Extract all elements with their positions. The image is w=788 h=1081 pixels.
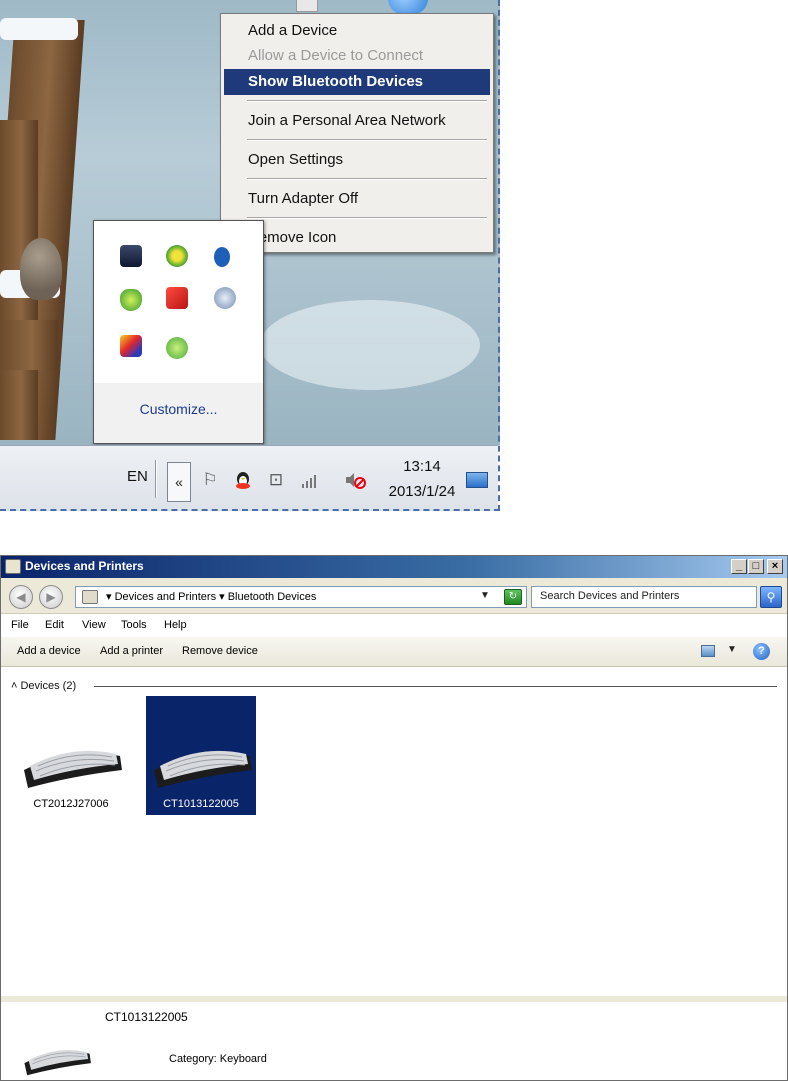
forward-arrow-icon[interactable]: ▶ bbox=[39, 585, 63, 609]
customize-link[interactable]: Customize... bbox=[94, 401, 263, 417]
menu-help[interactable]: Help bbox=[164, 619, 187, 631]
remove-device-button[interactable]: Remove device bbox=[182, 645, 258, 657]
menu-item-join-pan[interactable]: Join a Personal Area Network bbox=[224, 108, 490, 134]
title-bar[interactable]: Devices and Printers _ □ × bbox=[1, 556, 787, 578]
maximize-button[interactable]: □ bbox=[748, 559, 764, 574]
menu-item-add-device[interactable]: Add a Device bbox=[224, 18, 490, 44]
bluetooth-context-menu: Add a Device Allow a Device to Connect S… bbox=[220, 13, 494, 253]
taskbar-screenshot: Add a Device Allow a Device to Connect S… bbox=[0, 0, 500, 513]
help-icon[interactable]: ? bbox=[753, 643, 770, 660]
menu-edit[interactable]: Edit bbox=[45, 619, 64, 631]
plus-icon[interactable] bbox=[166, 245, 188, 267]
device-item-selected[interactable]: CT1013122005 bbox=[146, 696, 256, 815]
show-desktop-button[interactable] bbox=[466, 472, 488, 488]
show-hidden-icons-button[interactable]: « bbox=[167, 462, 191, 502]
colorful-app-icon[interactable] bbox=[120, 335, 142, 357]
flag-icon[interactable]: ⚐ bbox=[200, 470, 220, 490]
window-title: Devices and Printers bbox=[25, 559, 144, 573]
clock-date[interactable]: 2013/1/24 bbox=[380, 483, 464, 500]
menu-item-open-settings[interactable]: Open Settings bbox=[224, 147, 490, 173]
shield-icon[interactable] bbox=[120, 289, 142, 311]
clock-time[interactable]: 13:14 bbox=[384, 458, 460, 475]
bird-on-rail bbox=[20, 238, 62, 300]
add-printer-button[interactable]: Add a printer bbox=[100, 645, 163, 657]
change-view-icon[interactable] bbox=[701, 645, 715, 657]
refresh-icon[interactable]: ↻ bbox=[504, 589, 522, 605]
minimize-button[interactable]: _ bbox=[731, 559, 747, 574]
breadcrumb[interactable]: ▾ Devices and Printers ▾ Bluetooth Devic… bbox=[106, 590, 316, 603]
add-device-button[interactable]: Add a device bbox=[17, 645, 81, 657]
close-button[interactable]: × bbox=[767, 559, 783, 574]
group-divider bbox=[94, 686, 777, 687]
menu-item-show-bluetooth-devices[interactable]: Show Bluetooth Devices bbox=[224, 69, 490, 95]
keyboard-icon bbox=[24, 750, 122, 788]
address-field[interactable]: ▾ Devices and Printers ▾ Bluetooth Devic… bbox=[75, 586, 527, 608]
desktop-item-corner bbox=[296, 0, 318, 12]
penguin-icon[interactable] bbox=[233, 470, 253, 490]
devices-printers-icon bbox=[5, 559, 21, 574]
command-bar: Add a device Add a printer Remove device… bbox=[1, 637, 787, 667]
details-category: Category: Keyboard bbox=[169, 1053, 267, 1065]
menu-view[interactable]: View bbox=[82, 619, 106, 631]
menu-item-turn-adapter-off[interactable]: Turn Adapter Off bbox=[224, 186, 490, 212]
bluetooth-icon[interactable] bbox=[214, 247, 230, 267]
view-dropdown-icon[interactable]: ▼ bbox=[727, 644, 737, 655]
keyboard-icon bbox=[24, 1050, 91, 1076]
taskbar: EN « ⚐ ⊡ 13:14 2013/1/24 bbox=[0, 445, 498, 511]
signal-icon[interactable] bbox=[300, 470, 320, 490]
monitor-icon[interactable] bbox=[120, 245, 142, 267]
overflow-icon-grid bbox=[94, 221, 263, 383]
menu-item-allow-device: Allow a Device to Connect bbox=[248, 47, 424, 64]
search-icon[interactable]: ⚲ bbox=[760, 586, 782, 608]
device-item[interactable]: CT2012J27006 bbox=[16, 696, 126, 815]
address-dropdown-icon[interactable]: ▼ bbox=[480, 590, 490, 601]
device-label: CT1013122005 bbox=[163, 798, 239, 810]
search-placeholder: Search Devices and Printers bbox=[540, 590, 680, 602]
menu-separator bbox=[247, 139, 487, 141]
menu-bar: File Edit View Tools Help bbox=[1, 615, 787, 637]
details-device-name: CT1013122005 bbox=[105, 1010, 188, 1024]
back-arrow-icon[interactable]: ◀ bbox=[9, 585, 33, 609]
menu-separator bbox=[247, 100, 487, 102]
power-plug-icon[interactable]: ⊡ bbox=[266, 470, 286, 490]
devices-group-header[interactable]: ˄ Devices (2) bbox=[11, 680, 76, 692]
menu-separator bbox=[247, 217, 487, 219]
search-input[interactable]: Search Devices and Printers bbox=[531, 586, 757, 608]
language-indicator[interactable]: EN bbox=[127, 468, 148, 485]
volume-muted-icon[interactable] bbox=[344, 470, 366, 490]
taskbar-separator bbox=[155, 460, 157, 498]
devices-folder-icon bbox=[82, 590, 98, 604]
device-label: CT2012J27006 bbox=[33, 798, 109, 810]
device-list-area: ˄ Devices (2) CT2012J27006 CT1013122005 bbox=[1, 668, 787, 996]
tool-icon[interactable] bbox=[166, 287, 188, 309]
menu-file[interactable]: File bbox=[11, 619, 29, 631]
details-pane: CT1013122005 Category: Keyboard bbox=[1, 996, 787, 1080]
check-icon[interactable] bbox=[166, 337, 188, 359]
devices-and-printers-window: Devices and Printers _ □ × ◀ ▶ ▾ Devices… bbox=[0, 555, 788, 1081]
menu-separator bbox=[247, 178, 487, 180]
keyboard-icon bbox=[154, 750, 252, 788]
menu-tools[interactable]: Tools bbox=[121, 619, 147, 631]
magnifier-icon[interactable] bbox=[214, 287, 236, 309]
address-bar-row: ◀ ▶ ▾ Devices and Printers ▾ Bluetooth D… bbox=[1, 578, 787, 614]
notification-overflow-panel: Customize... bbox=[93, 220, 264, 444]
